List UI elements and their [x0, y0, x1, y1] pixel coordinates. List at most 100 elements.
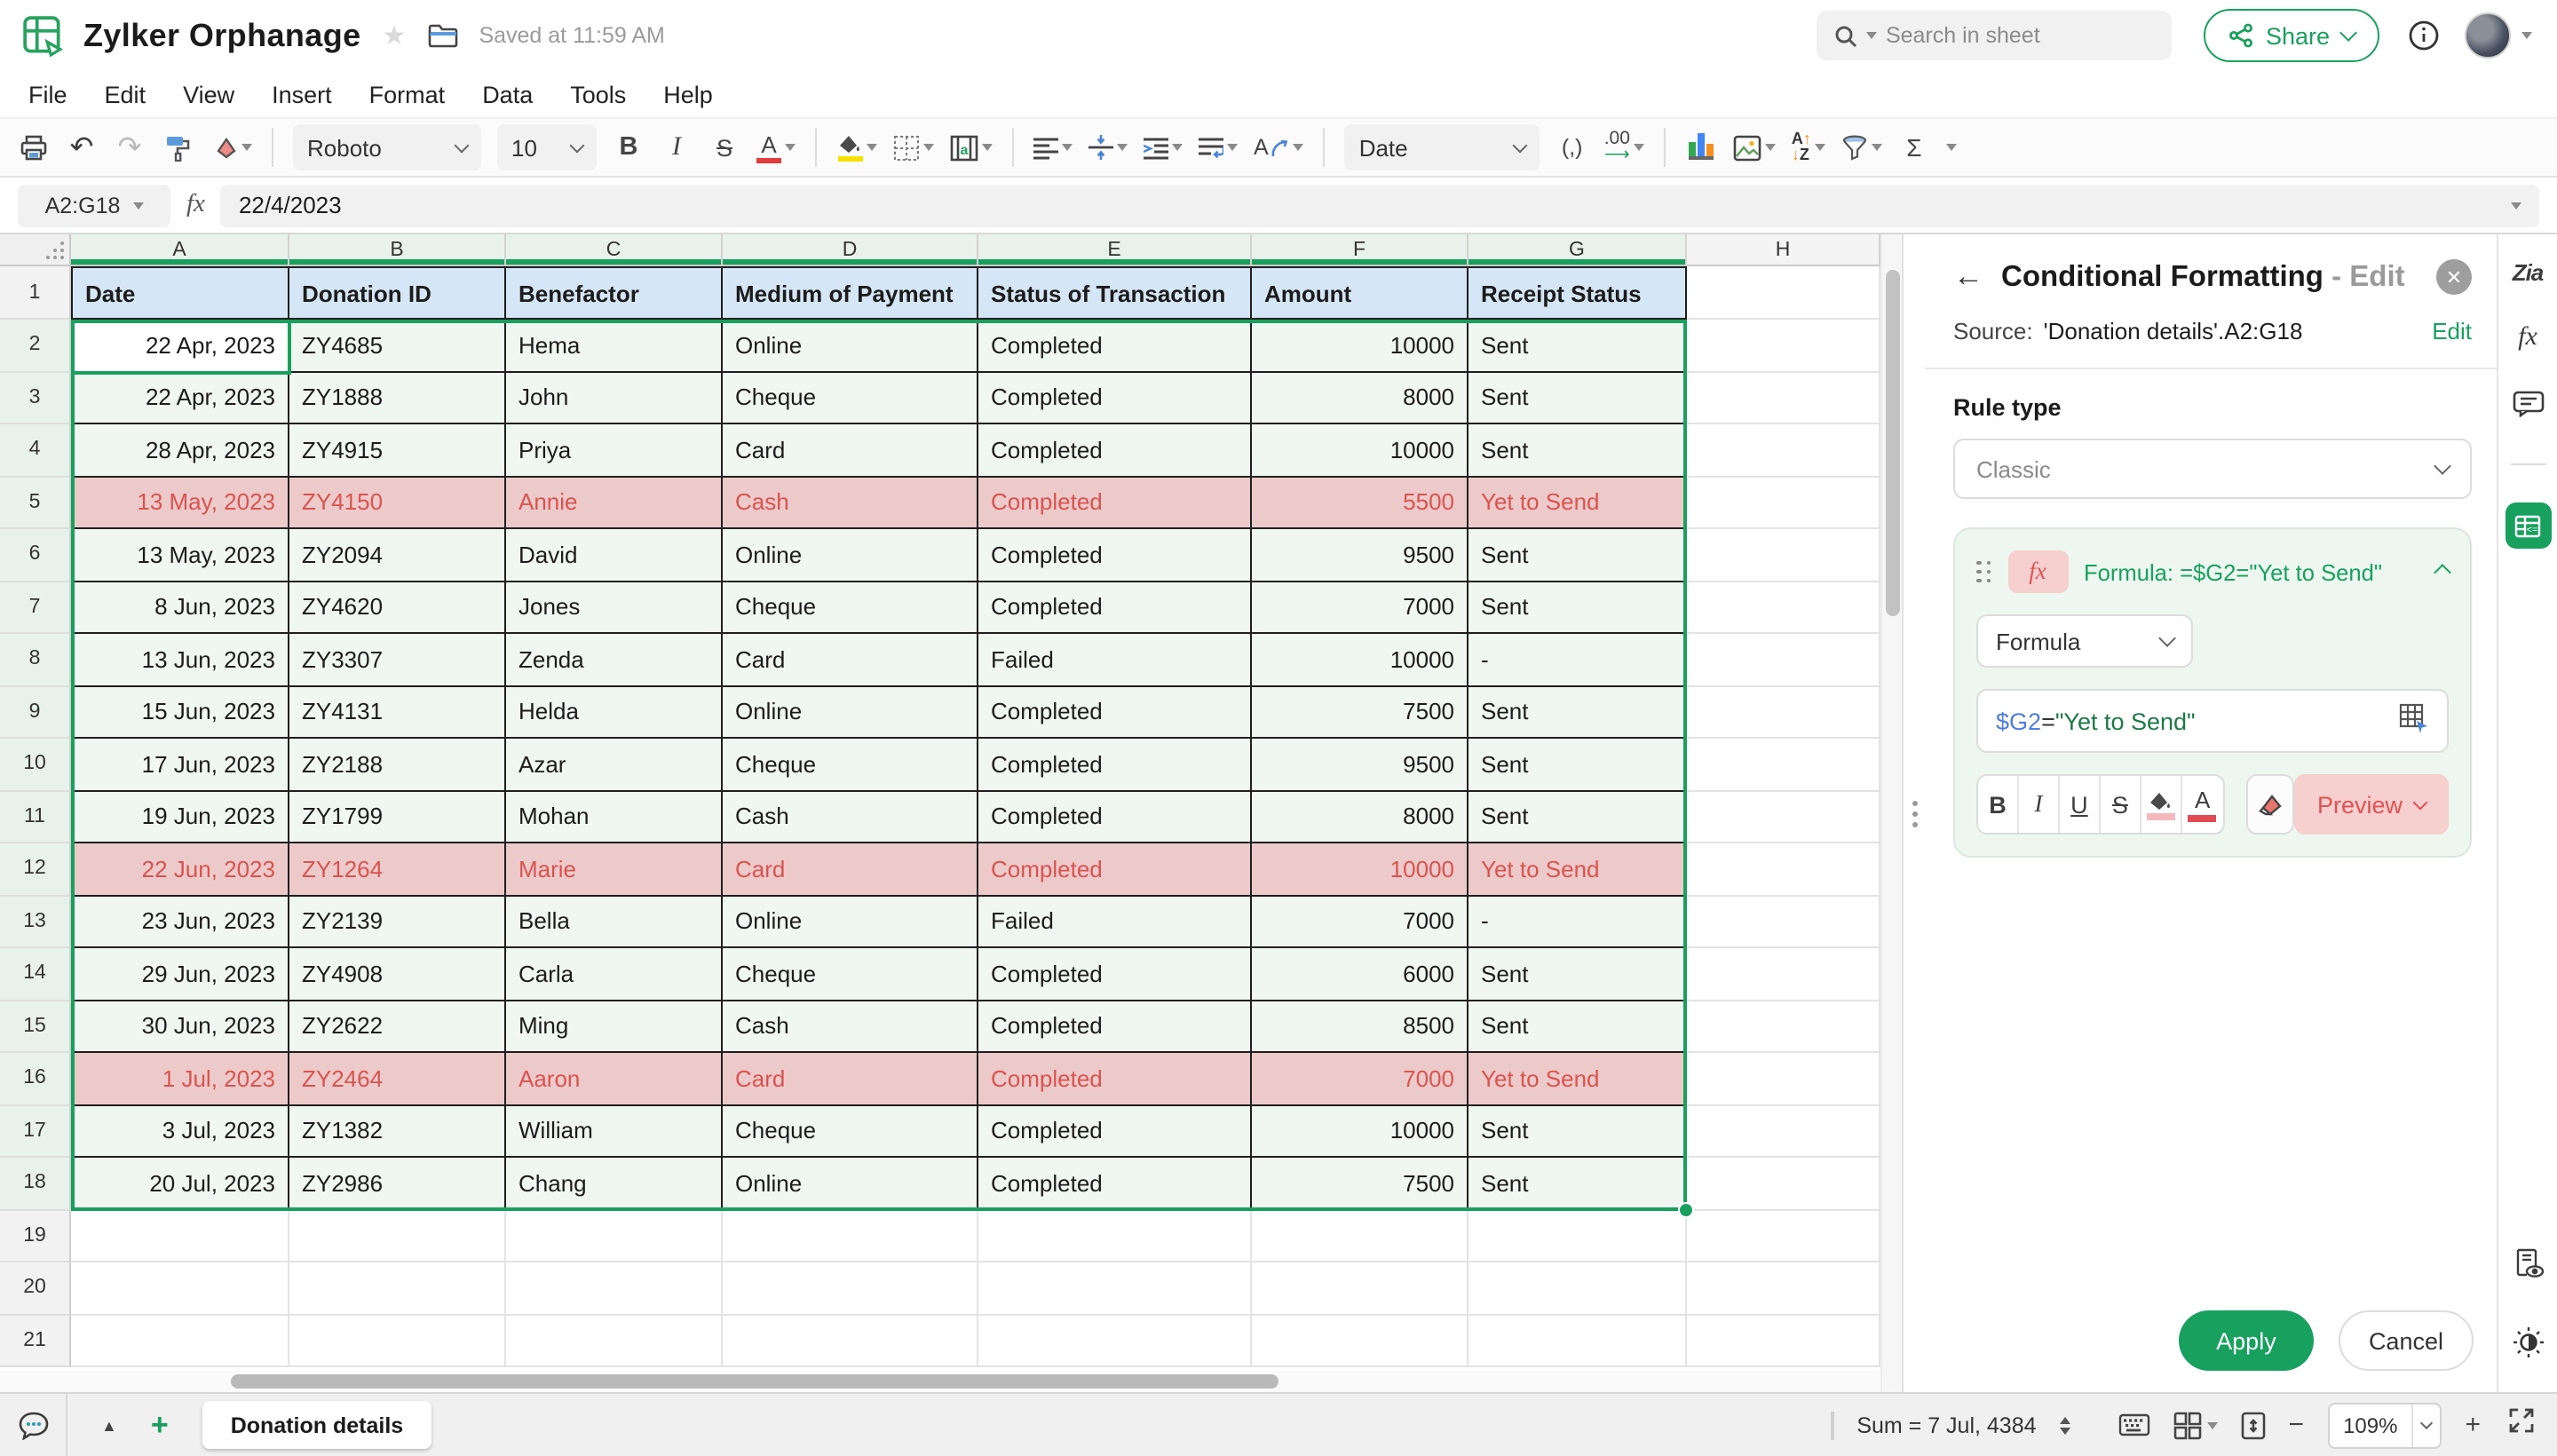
cell-C17[interactable]: William: [506, 1105, 723, 1158]
cell-H1[interactable]: [1687, 266, 1880, 320]
cell-E15[interactable]: Completed: [978, 1001, 1252, 1053]
italic-format-button[interactable]: I: [2019, 776, 2060, 833]
cell-E2[interactable]: Completed: [978, 320, 1252, 372]
cell-G5[interactable]: Yet to Send: [1468, 477, 1687, 529]
formula-bar-expand-icon[interactable]: [2511, 202, 2521, 209]
cell-E14[interactable]: Completed: [978, 948, 1252, 1001]
cell-F7[interactable]: 7000: [1252, 582, 1468, 634]
cell-H18[interactable]: [1687, 1158, 1880, 1210]
cell-E13[interactable]: Failed: [978, 896, 1252, 948]
cell-G4[interactable]: Sent: [1468, 424, 1687, 477]
cell-A19[interactable]: [71, 1210, 289, 1262]
cell-A18[interactable]: 20 Jul, 2023: [71, 1158, 289, 1210]
cell-D8[interactable]: Card: [723, 634, 978, 686]
cell-D19[interactable]: [723, 1210, 978, 1262]
cell-D16[interactable]: Card: [723, 1053, 978, 1105]
cell-G13[interactable]: -: [1468, 896, 1687, 948]
menu-format[interactable]: Format: [369, 81, 446, 107]
cell-F15[interactable]: 8500: [1252, 1001, 1468, 1053]
row-header-1[interactable]: 1: [0, 266, 71, 320]
cell-D6[interactable]: Online: [723, 529, 978, 582]
cell-A20[interactable]: [71, 1262, 289, 1315]
cell-E8[interactable]: Failed: [978, 634, 1252, 686]
cell-F16[interactable]: 7000: [1252, 1053, 1468, 1105]
decimal-caret-icon[interactable]: [1634, 144, 1644, 151]
cell-C18[interactable]: Chang: [506, 1158, 723, 1210]
cell-C11[interactable]: Mohan: [506, 791, 723, 843]
cell-G3[interactable]: Sent: [1468, 372, 1687, 424]
indent-button[interactable]: [1144, 126, 1183, 169]
cell-C3[interactable]: John: [506, 372, 723, 424]
italic-button[interactable]: I: [661, 126, 693, 169]
menu-tools[interactable]: Tools: [570, 81, 626, 107]
column-header-C[interactable]: C: [506, 234, 723, 266]
search-input[interactable]: Search in sheet: [1817, 11, 2172, 60]
cell-A3[interactable]: 22 Apr, 2023: [71, 372, 289, 424]
borders-caret-icon[interactable]: [923, 144, 934, 151]
row-header-10[interactable]: 10: [0, 739, 71, 791]
cell-C2[interactable]: Hema: [506, 320, 723, 372]
conditional-formatting-icon[interactable]: <=: [2505, 502, 2551, 549]
cell-B4[interactable]: ZY4915: [289, 424, 506, 477]
cell-G21[interactable]: [1468, 1315, 1687, 1367]
cell-B7[interactable]: ZY4620: [289, 582, 506, 634]
column-header-H[interactable]: H: [1687, 234, 1880, 266]
cancel-button[interactable]: Cancel: [2339, 1310, 2474, 1371]
header-cell[interactable]: Receipt Status: [1468, 266, 1687, 320]
vertical-scrollbar[interactable]: [1880, 234, 1902, 1392]
cell-H12[interactable]: [1687, 843, 1880, 896]
user-avatar[interactable]: [2465, 12, 2511, 59]
row-header-18[interactable]: 18: [0, 1158, 71, 1210]
vertical-scrollbar-thumb[interactable]: [1886, 270, 1900, 616]
cell-G14[interactable]: Sent: [1468, 948, 1687, 1001]
cell-C13[interactable]: Bella: [506, 896, 723, 948]
cell-B5[interactable]: ZY4150: [289, 477, 506, 529]
zoom-in-button[interactable]: +: [2465, 1410, 2481, 1440]
cell-H5[interactable]: [1687, 477, 1880, 529]
cell-C15[interactable]: Ming: [506, 1001, 723, 1053]
sort-caret-icon[interactable]: [1815, 144, 1825, 151]
cell-H7[interactable]: [1687, 582, 1880, 634]
cell-F13[interactable]: 7000: [1252, 896, 1468, 948]
menu-edit[interactable]: Edit: [105, 81, 146, 107]
cell-H20[interactable]: [1687, 1262, 1880, 1315]
filter-button[interactable]: [1841, 126, 1882, 169]
cell-D14[interactable]: Cheque: [723, 948, 978, 1001]
cell-E17[interactable]: Completed: [978, 1105, 1252, 1158]
cell-G7[interactable]: Sent: [1468, 582, 1687, 634]
fill-color-button[interactable]: [836, 126, 877, 169]
row-header-6[interactable]: 6: [0, 529, 71, 582]
header-cell[interactable]: Donation ID: [289, 266, 506, 320]
cell-H17[interactable]: [1687, 1105, 1880, 1158]
panel-resize-handle[interactable]: [1902, 234, 1925, 1392]
zia-assistant-icon[interactable]: Zia: [2513, 259, 2544, 286]
row-header-8[interactable]: 8: [0, 634, 71, 686]
sheet-tabs-scroll-button[interactable]: ▲: [101, 1416, 117, 1434]
column-header-B[interactable]: B: [289, 234, 506, 266]
cell-D17[interactable]: Cheque: [723, 1105, 978, 1158]
theme-contrast-icon[interactable]: [2512, 1326, 2544, 1367]
cell-D9[interactable]: Online: [723, 686, 978, 739]
cell-B13[interactable]: ZY2139: [289, 896, 506, 948]
header-cell[interactable]: Benefactor: [506, 266, 723, 320]
cell-G12[interactable]: Yet to Send: [1468, 843, 1687, 896]
cell-A2[interactable]: 22 Apr, 2023: [71, 320, 289, 372]
rule-collapse-button[interactable]: [2436, 556, 2449, 588]
merge-cells-button[interactable]: a: [950, 126, 993, 169]
cell-F2[interactable]: 10000: [1252, 320, 1468, 372]
column-header-F[interactable]: F: [1252, 234, 1468, 266]
document-view-icon[interactable]: [2512, 1248, 2544, 1287]
cell-C12[interactable]: Marie: [506, 843, 723, 896]
vertical-align-caret-icon[interactable]: [1117, 144, 1128, 151]
insert-chart-button[interactable]: [1685, 126, 1717, 169]
format-eraser-button[interactable]: [210, 126, 252, 169]
cell-A16[interactable]: 1 Jul, 2023: [71, 1053, 289, 1105]
cell-A17[interactable]: 3 Jul, 2023: [71, 1105, 289, 1158]
cell-B18[interactable]: ZY2986: [289, 1158, 506, 1210]
cell-A21[interactable]: [71, 1315, 289, 1367]
search-scope-caret-icon[interactable]: [1866, 32, 1877, 39]
cell-H3[interactable]: [1687, 372, 1880, 424]
row-header-19[interactable]: 19: [0, 1210, 71, 1262]
cell-D5[interactable]: Cash: [723, 477, 978, 529]
cell-D12[interactable]: Card: [723, 843, 978, 896]
